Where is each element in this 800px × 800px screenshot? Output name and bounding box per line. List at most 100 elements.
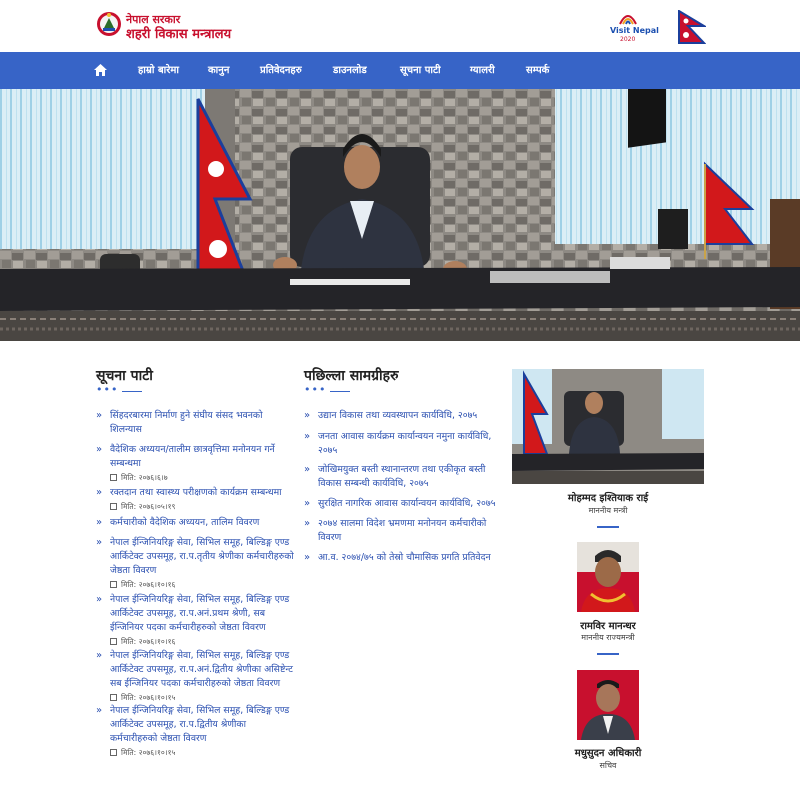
notice-item-text[interactable]: कर्मचारीको वैदेशिक अध्ययन, तालिम विवरण	[110, 516, 295, 530]
secretary-name: मधुसुदन अधिकारी	[574, 748, 642, 759]
state-minister-photo[interactable]	[577, 542, 639, 612]
visit-nepal-emblem-icon	[619, 15, 637, 25]
notice-item-text[interactable]: नेपाल ईन्जिनियरिङ्ग सेवा, सिभिल समूह, बि…	[110, 593, 295, 635]
chevron-right-icon: »	[96, 537, 103, 548]
calendar-icon	[110, 749, 117, 756]
calendar-icon	[110, 638, 117, 645]
minister-role: माननीय मन्त्री	[588, 506, 628, 515]
recent-item-text[interactable]: २०७४ सालमा विदेश भ्रमणमा मनोनयन कर्मचारी…	[318, 517, 508, 545]
site-header: नेपाल सरकार शहरी विकास मन्त्रालय Visit N…	[0, 0, 800, 52]
notice-date: मिति: २०७६।६।७	[110, 472, 295, 484]
date-value: २०७६।१०।१६	[138, 580, 176, 589]
minister-photo[interactable]	[512, 369, 704, 484]
nepal-flag-icon	[678, 10, 706, 44]
date-label: मिति:	[121, 473, 137, 482]
secretary-role: सचिव	[599, 761, 617, 770]
state-minister-name: रामविर मानन्धर	[580, 621, 636, 632]
recent-item[interactable]: » आ.व. २०७४/७५ को तेस्रो चौमासिक प्रगति …	[304, 551, 508, 565]
secretary-photo[interactable]	[577, 670, 639, 740]
date-value: २०७६।६।७	[138, 473, 168, 482]
nav-item-gallery[interactable]: ग्यालरी	[470, 52, 495, 89]
date-label: मिति:	[121, 637, 137, 646]
chevron-right-icon: »	[304, 464, 311, 475]
date-value: २०७६।१०।१५	[138, 693, 176, 702]
chevron-right-icon: »	[96, 650, 103, 661]
calendar-icon	[110, 581, 117, 588]
recent-item-text[interactable]: सुरक्षित नागरिक आवास कार्यान्वयन कार्यवि…	[318, 497, 508, 511]
notice-date: मिति: २०७६।१०।१६	[110, 579, 295, 591]
ministry-name: शहरी विकास मन्त्रालय	[126, 27, 232, 42]
notice-item[interactable]: » नेपाल ईन्जिनियरिङ्ग सेवा, सिभिल समूह, …	[96, 704, 295, 759]
recent-content-dots: •••	[304, 383, 327, 396]
chevron-right-icon: »	[96, 594, 103, 605]
nav-item-about[interactable]: हाम्रो बारेमा	[138, 52, 179, 89]
visit-nepal-logo[interactable]: Visit Nepal 2020	[608, 10, 659, 44]
notice-item[interactable]: » सिंहदरबारमा निर्माण हुने संघीय संसद भव…	[96, 409, 295, 437]
notice-date: मिति: २०७६।०५।१९	[110, 501, 295, 513]
chevron-right-icon: »	[304, 552, 311, 563]
notice-item[interactable]: » नेपाल ईन्जिनियरिङ्ग सेवा, सिभिल समूह, …	[96, 593, 295, 648]
notice-item-text[interactable]: रक्तदान तथा स्वास्थ्य परीक्षणको कार्यक्र…	[110, 486, 295, 500]
notice-item-text[interactable]: नेपाल ईन्जिनियरिङ्ग सेवा, सिभिल समूह, बि…	[110, 536, 295, 578]
recent-item-text[interactable]: आ.व. २०७४/७५ को तेस्रो चौमासिक प्रगति प्…	[318, 551, 508, 565]
date-label: मिति:	[121, 502, 137, 511]
chevron-right-icon: »	[96, 517, 103, 528]
notice-item[interactable]: » नेपाल ईन्जिनियरिङ्ग सेवा, सिभिल समूह, …	[96, 536, 295, 591]
notice-item-text[interactable]: सिंहदरबारमा निर्माण हुने संघीय संसद भवनक…	[110, 409, 295, 437]
home-icon[interactable]	[94, 64, 107, 76]
notice-item-text[interactable]: नेपाल ईन्जिनियरिङ्ग सेवा, सिभिल समूह, बि…	[110, 649, 295, 691]
recent-item-text[interactable]: जोखिमयुक्त बस्ती स्थानान्तरण तथा एकीकृत …	[318, 463, 508, 491]
recent-item[interactable]: » जोखिमयुक्त बस्ती स्थानान्तरण तथा एकीकृ…	[304, 463, 508, 491]
date-label: मिति:	[121, 580, 137, 589]
date-label: मिति:	[121, 748, 137, 757]
nav-item-law[interactable]: कानुन	[208, 52, 229, 89]
recent-item[interactable]: » सुरक्षित नागरिक आवास कार्यान्वयन कार्य…	[304, 497, 508, 511]
recent-item[interactable]: » उद्यान विकास तथा व्यवस्थापन कार्यविधि,…	[304, 409, 508, 423]
official-divider	[597, 526, 619, 528]
recent-item-text[interactable]: उद्यान विकास तथा व्यवस्थापन कार्यविधि, २…	[318, 409, 508, 423]
nav-item-notice-board[interactable]: सूचना पाटी	[400, 52, 441, 89]
nav-item-downloads[interactable]: डाउनलोड	[333, 52, 367, 89]
notice-item-text[interactable]: नेपाल ईन्जिनियरिङ्ग सेवा, सिभिल समूह, बि…	[110, 704, 295, 746]
calendar-icon	[110, 694, 117, 701]
visit-nepal-text: Visit Nepal	[610, 26, 659, 35]
notice-board-dots: •••	[96, 383, 119, 396]
chevron-right-icon: »	[304, 431, 311, 442]
nav-item-contact[interactable]: सम्पर्क	[526, 52, 549, 89]
notice-item[interactable]: » रक्तदान तथा स्वास्थ्य परीक्षणको कार्यक…	[96, 486, 295, 513]
chevron-right-icon: »	[96, 705, 103, 716]
nav-item-reports[interactable]: प्रतिवेदनहरु	[260, 52, 302, 89]
chevron-right-icon: »	[304, 410, 311, 421]
notice-date: मिति: २०७६।१०।१६	[110, 636, 295, 648]
state-minister-role: माननीय राज्यमन्त्री	[581, 633, 635, 642]
notice-date: मिति: २०७६।१०।१५	[110, 747, 295, 759]
hero-office-scene	[0, 89, 800, 341]
date-value: २०७६।१०।१५	[138, 748, 176, 757]
calendar-icon	[110, 474, 117, 481]
chevron-right-icon: »	[96, 444, 103, 455]
hero-banner-image	[0, 89, 800, 341]
recent-item-text[interactable]: जनता आवास कार्यक्रम कार्यान्वयन नमुना का…	[318, 430, 508, 458]
main-nav: हाम्रो बारेमा कानुन प्रतिवेदनहरु डाउनलोड…	[0, 52, 800, 89]
notice-item[interactable]: » वैदेशिक अध्ययन/तालीम छात्रवृत्तिमा मनो…	[96, 443, 295, 484]
date-label: मिति:	[121, 693, 137, 702]
recent-item[interactable]: » जनता आवास कार्यक्रम कार्यान्वयन नमुना …	[304, 430, 508, 458]
chevron-right-icon: »	[96, 487, 103, 498]
calendar-icon	[110, 503, 117, 510]
notice-board-divider	[122, 391, 142, 392]
visit-nepal-year: 2020	[620, 36, 636, 43]
notice-item[interactable]: » कर्मचारीको वैदेशिक अध्ययन, तालिम विवरण	[96, 516, 295, 530]
chevron-right-icon: »	[96, 410, 103, 421]
notice-date: मिति: २०७६।१०।१५	[110, 692, 295, 704]
chevron-right-icon: »	[304, 498, 311, 509]
notice-item[interactable]: » नेपाल ईन्जिनियरिङ्ग सेवा, सिभिल समूह, …	[96, 649, 295, 704]
recent-content-divider	[330, 391, 350, 392]
date-value: २०७६।०५।१९	[138, 502, 176, 511]
chevron-right-icon: »	[304, 518, 311, 529]
notice-item-text[interactable]: वैदेशिक अध्ययन/तालीम छात्रवृत्तिमा मनोनय…	[110, 443, 295, 471]
nepal-emblem-icon	[97, 12, 121, 36]
date-value: २०७६।१०।१६	[138, 637, 176, 646]
official-divider	[597, 653, 619, 655]
recent-item[interactable]: » २०७४ सालमा विदेश भ्रमणमा मनोनयन कर्मचा…	[304, 517, 508, 545]
ministry-logo[interactable]: नेपाल सरकार शहरी विकास मन्त्रालय	[96, 11, 246, 42]
